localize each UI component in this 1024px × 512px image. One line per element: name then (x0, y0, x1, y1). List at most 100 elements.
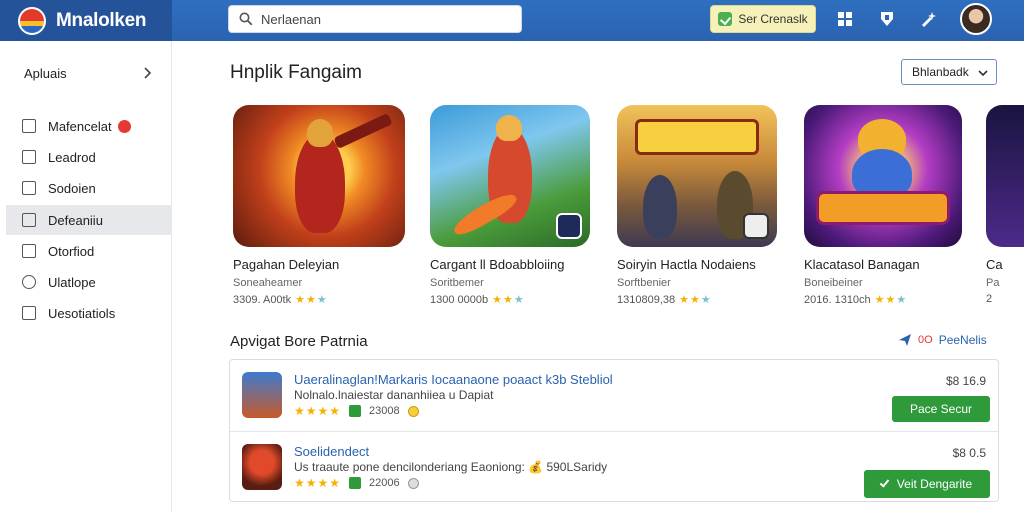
wand-icon[interactable] (918, 8, 940, 30)
list-item[interactable]: Soelidendect Us traaute pone dencilonder… (230, 431, 998, 501)
store-icon (349, 477, 362, 489)
send-icon (899, 334, 911, 346)
globe-icon (22, 275, 36, 289)
list-item-description: Nolnalo.lnaiestar dananhiiea u Dapiat (294, 388, 494, 402)
game-meta: 2016. 1310ch ★★★ (804, 293, 908, 307)
buy-button-label: Pace Secur (909, 402, 973, 416)
sidebar-item-4[interactable]: Defeaniiu (6, 205, 172, 235)
game-meta: 1310809,38 ★★★ (617, 293, 712, 307)
buy-button[interactable]: Pace Secur (892, 396, 990, 422)
brand[interactable]: Mnalolken (0, 0, 172, 41)
sidebar-item-label: Uesotiatiols (48, 305, 116, 321)
rating-stars: ★★★★ (294, 476, 342, 490)
sidebar-header-label: Apluais (24, 65, 67, 81)
game-card-partial[interactable]: Ca Pa 2 (986, 105, 1024, 305)
game-meta-text: 1310809,38 (617, 293, 676, 306)
game-meta-text: 1300 0000b (430, 293, 489, 306)
sidebar-item-label: Ulatlope (48, 274, 96, 290)
list-item[interactable]: Uaeralinaglan!Markaris Iocaanaone poaact… (230, 360, 998, 430)
game-artwork[interactable] (986, 105, 1024, 247)
game-publisher: Boneibeiner (804, 277, 863, 289)
sidebar-item-label: Defeaniiu (48, 212, 103, 228)
shield-icon[interactable] (876, 8, 898, 30)
search-input[interactable] (261, 11, 511, 27)
game-publisher: Soritbemer (430, 277, 484, 289)
rating-stars: ★★★ (492, 294, 525, 306)
coin-icon (407, 405, 419, 417)
game-meta-text: 2016. 1310ch (804, 293, 871, 306)
game-meta: 1300 0000b ★★★ (430, 293, 525, 307)
folder-icon (22, 213, 36, 227)
popular-list: Uaeralinaglan!Markaris Iocaanaone poaact… (229, 359, 999, 502)
top-bar: Mnalolken Ser Crenaslk (0, 0, 1024, 41)
game-thumbnail[interactable] (242, 444, 282, 490)
game-name: Ca (986, 257, 1003, 272)
price: $8 0.5 (952, 446, 986, 460)
link-badge: 0O (918, 334, 933, 346)
grid-icon[interactable] (834, 8, 856, 30)
search-icon (239, 12, 253, 26)
search-box[interactable] (228, 5, 522, 33)
download-icon (22, 150, 36, 164)
sidebar-item-label: Leadrod (48, 149, 96, 165)
game-artwork[interactable] (804, 105, 962, 247)
game-publisher: Pa (986, 277, 1000, 289)
avatar[interactable] (960, 3, 992, 35)
sidebar-item-1[interactable]: Mafencelat (6, 111, 172, 141)
sidebar-item-label: Otorfiod (48, 243, 95, 259)
sidebar: Apluais Mafencelat Leadrod Sodoien Defea… (0, 41, 172, 512)
check-icon (879, 477, 890, 488)
game-publisher: Sorftbenier (617, 277, 671, 289)
rating-stars: ★★★ (295, 294, 328, 306)
list-icon (22, 306, 36, 320)
sidebar-item-6[interactable]: Ulatlope (6, 267, 172, 297)
game-card[interactable]: Soiryin Hactla Nodaiens Sorftbenier 1310… (617, 105, 777, 307)
file-icon (22, 119, 36, 133)
sidebar-item-7[interactable]: Uesotiatiols (6, 298, 172, 328)
coin-icon (407, 477, 419, 489)
check-icon (22, 181, 36, 195)
price: $8 16.9 (945, 374, 986, 388)
main-content: Hnplik Fangaim Bhlanbadk Pagahan Deleyia… (172, 41, 1024, 512)
top-cta-button[interactable]: Ser Crenaslk (710, 5, 816, 33)
rating-stars: ★★★ (679, 294, 712, 306)
window-icon (22, 244, 36, 258)
game-artwork[interactable] (617, 105, 777, 247)
featured-title: Hnplik Fangaim (230, 62, 362, 83)
see-all-label: PeeNelis (938, 333, 987, 347)
list-item-meta: ★★★★ 22006 (294, 476, 419, 490)
sidebar-item-label: Sodoien (48, 180, 96, 196)
top-cta-label: Ser Crenaslk (738, 12, 808, 26)
game-meta: 2 (986, 293, 992, 305)
game-meta-text: 3309. A00tk (233, 293, 292, 306)
list-item-description: Us traaute pone dencilonderiang Eaoniong… (294, 460, 608, 474)
brand-name: Mnalolken (56, 9, 147, 31)
sidebar-header[interactable]: Apluais (0, 59, 172, 87)
game-meta: 3309. A00tk ★★★ (233, 293, 328, 307)
download-count: 22006 (369, 477, 400, 489)
sidebar-item-2[interactable]: Leadrod (6, 142, 172, 172)
game-card[interactable]: Klacatasol Banagan Boneibeiner 2016. 131… (804, 105, 962, 307)
game-artwork[interactable] (233, 105, 405, 247)
game-artwork[interactable] (430, 105, 590, 247)
see-all-link[interactable]: 0O PeeNelis (898, 333, 987, 347)
brand-logo-icon (18, 6, 46, 35)
game-card[interactable]: Pagahan Deleyian Soneaheamer 3309. A00tk… (233, 105, 405, 307)
game-name: Cargant ll Bdoabbloiing (430, 257, 565, 272)
list-item-title[interactable]: Soelidendect (294, 444, 369, 459)
notification-badge (117, 119, 131, 133)
visit-button[interactable]: Veit Dengarite (864, 470, 990, 498)
game-name: Pagahan Deleyian (233, 257, 340, 272)
sort-dropdown-label: Bhlanbadk (912, 65, 969, 79)
game-publisher: Soneaheamer (233, 277, 303, 289)
game-thumbnail[interactable] (242, 372, 282, 418)
list-item-title[interactable]: Uaeralinaglan!Markaris Iocaanaone poaact… (294, 372, 613, 387)
check-badge-icon (718, 12, 733, 26)
sort-dropdown[interactable]: Bhlanbadk (901, 59, 997, 85)
game-card[interactable]: Cargant ll Bdoabbloiing Soritbemer 1300 … (430, 105, 590, 307)
sidebar-item-3[interactable]: Sodoien (6, 173, 172, 203)
popular-title: Apvigat Bore Patrnia (230, 333, 368, 350)
sidebar-item-5[interactable]: Otorfiod (6, 236, 172, 266)
game-meta-text: 2 (986, 293, 993, 305)
rating-stars: ★★★ (874, 294, 908, 306)
